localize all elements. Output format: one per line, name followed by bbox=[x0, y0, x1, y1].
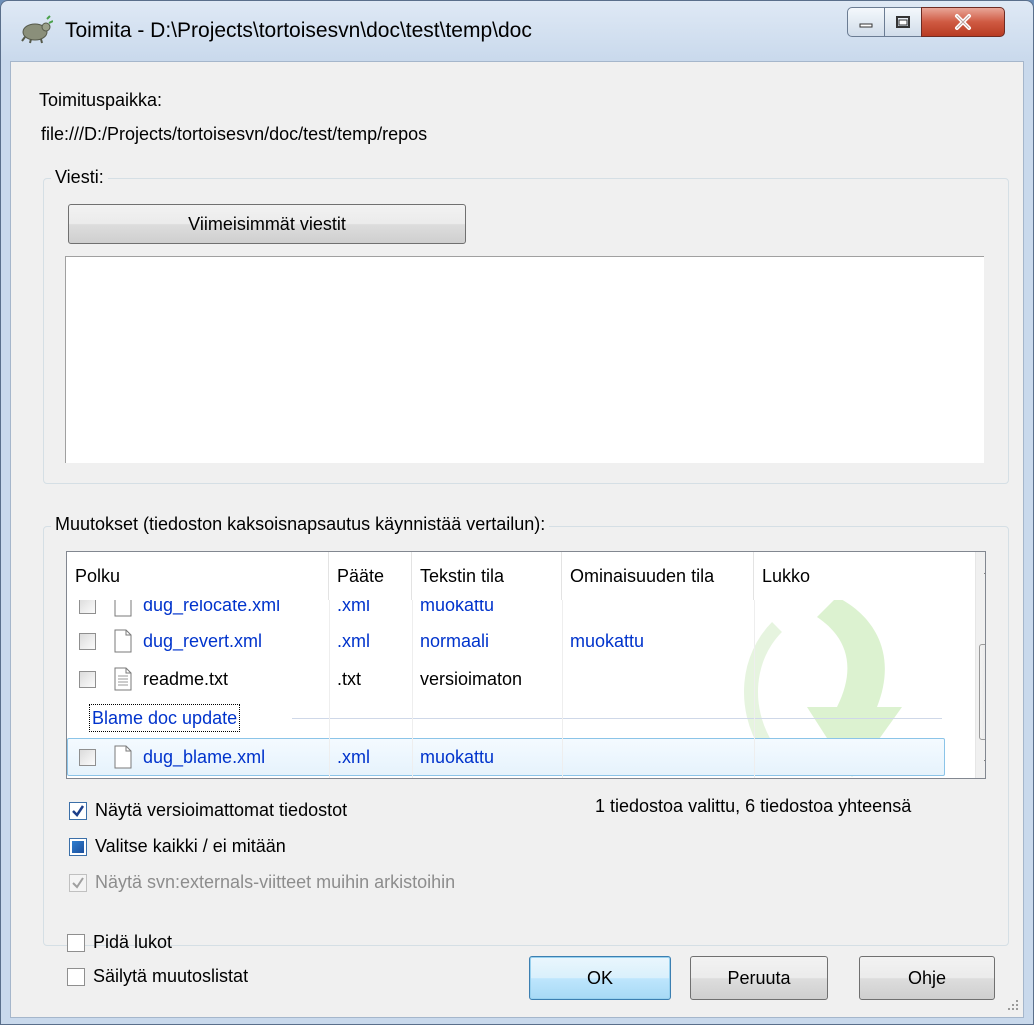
show-externals-checkbox bbox=[69, 874, 87, 892]
checkmark-icon bbox=[72, 805, 85, 817]
show-externals-label: Näytä svn:externals-viitteet muihin arki… bbox=[95, 872, 456, 892]
column-divider bbox=[562, 600, 563, 778]
column-divider bbox=[329, 600, 330, 778]
xml-file-icon bbox=[114, 745, 132, 769]
minimize-icon bbox=[859, 23, 873, 28]
maximize-icon bbox=[896, 16, 910, 28]
help-button-label: Ohje bbox=[907, 967, 947, 988]
row-extension: .txt bbox=[337, 668, 362, 689]
row-path: readme.txt bbox=[143, 668, 229, 689]
text-file-icon bbox=[114, 667, 132, 691]
list-vertical-scrollbar[interactable] bbox=[975, 552, 986, 778]
close-button[interactable] bbox=[921, 7, 1005, 37]
changes-list[interactable]: Polku Pääte Tekstin tila Ominaisuuden ti… bbox=[66, 551, 986, 779]
close-icon bbox=[955, 14, 971, 30]
list-item[interactable]: dug_relocate.xml .xml muokattu bbox=[67, 600, 945, 624]
message-textarea[interactable] bbox=[65, 256, 984, 463]
row-text-status: muokattu bbox=[420, 600, 495, 615]
dialog-client-area: Toimituspaikka: file:///D:/Projects/tort… bbox=[10, 61, 1024, 1018]
xml-file-icon bbox=[114, 629, 132, 653]
row-extension: .xml bbox=[337, 630, 370, 651]
commit-location-label: Toimituspaikka: bbox=[39, 90, 163, 110]
recent-messages-button[interactable]: Viimeisimmät viestit bbox=[68, 204, 466, 244]
resize-grip-icon[interactable] bbox=[1003, 997, 1021, 1015]
row-property-status: muokattu bbox=[570, 630, 645, 651]
row-checkbox[interactable] bbox=[79, 671, 96, 688]
title-bar[interactable]: Toimita - D:\Projects\tortoisesvn\doc\te… bbox=[1, 1, 1033, 61]
row-text-status: versioimaton bbox=[420, 668, 523, 689]
row-text-status: muokattu bbox=[420, 746, 495, 767]
column-header-lock-label: Lukko bbox=[762, 565, 811, 586]
list-body: dug_relocate.xml .xml muokattu dug_rever… bbox=[67, 600, 975, 778]
indeterminate-mark bbox=[72, 841, 84, 853]
ok-button-label: OK bbox=[586, 967, 613, 988]
window-title: Toimita - D:\Projects\tortoisesvn\doc\te… bbox=[65, 19, 532, 42]
row-path: dug_revert.xml bbox=[143, 630, 263, 651]
keep-changelists-checkbox[interactable] bbox=[67, 968, 85, 986]
column-header-lock[interactable]: Lukko bbox=[754, 552, 975, 600]
changelist-header: Blame doc update bbox=[89, 704, 241, 732]
cancel-button-label: Peruuta bbox=[727, 967, 791, 988]
row-path: dug_relocate.xml bbox=[143, 600, 281, 615]
row-path: dug_blame.xml bbox=[143, 746, 266, 767]
column-divider bbox=[412, 600, 413, 778]
row-checkbox[interactable] bbox=[79, 749, 96, 766]
tortoise-app-icon bbox=[21, 15, 53, 44]
help-button[interactable]: Ohje bbox=[859, 956, 995, 1000]
select-all-label: Valitse kaikki / ei mitään bbox=[95, 836, 286, 856]
column-header-path-label: Polku bbox=[75, 565, 121, 586]
row-extension: .xml bbox=[337, 746, 370, 767]
recent-messages-button-label: Viimeisimmät viestit bbox=[188, 213, 346, 234]
show-unversioned-label: Näytä versioimattomat tiedostot bbox=[95, 800, 348, 820]
xml-file-icon bbox=[114, 600, 132, 617]
grip-icon bbox=[983, 685, 986, 697]
list-item[interactable]: dug_blame.xml .xml muokattu bbox=[67, 738, 945, 776]
column-divider bbox=[754, 600, 755, 778]
row-checkbox[interactable] bbox=[79, 600, 96, 614]
maximize-button[interactable] bbox=[884, 7, 922, 37]
changes-group-title: Muutokset (tiedoston kaksoisnapsautus kä… bbox=[51, 514, 550, 535]
list-item[interactable]: dug_revert.xml .xml normaali muokattu bbox=[67, 622, 945, 660]
scroll-thumb[interactable] bbox=[979, 644, 986, 740]
scroll-up-icon[interactable] bbox=[982, 566, 986, 576]
row-text-status: normaali bbox=[420, 630, 490, 651]
cancel-button[interactable]: Peruuta bbox=[690, 956, 828, 1000]
keep-locks-label: Pidä lukot bbox=[93, 932, 173, 952]
column-header-extension-label: Pääte bbox=[337, 565, 385, 586]
commit-location-url: file:///D:/Projects/tortoisesvn/doc/test… bbox=[41, 124, 428, 144]
column-header-text-status[interactable]: Tekstin tila bbox=[412, 552, 562, 600]
column-header-property-status-label: Ominaisuuden tila bbox=[570, 565, 715, 586]
keep-changelists-label: Säilytä muutoslistat bbox=[93, 966, 249, 986]
column-header-text-status-label: Tekstin tila bbox=[420, 565, 505, 586]
list-item[interactable]: readme.txt .txt versioimaton bbox=[67, 660, 945, 698]
changelist-divider bbox=[292, 718, 942, 719]
select-all-checkbox[interactable] bbox=[69, 838, 87, 856]
changelist-group-row[interactable]: Blame doc update bbox=[67, 700, 945, 736]
scroll-down-icon[interactable] bbox=[982, 758, 986, 768]
selection-summary: 1 tiedostoa valittu, 6 tiedostoa yhteens… bbox=[595, 796, 912, 816]
commit-dialog: Toimita - D:\Projects\tortoisesvn\doc\te… bbox=[0, 0, 1034, 1025]
show-unversioned-checkbox[interactable] bbox=[69, 802, 87, 820]
column-header-extension[interactable]: Pääte bbox=[329, 552, 412, 600]
ok-button[interactable]: OK bbox=[529, 956, 671, 1000]
row-checkbox[interactable] bbox=[79, 633, 96, 650]
keep-locks-checkbox[interactable] bbox=[67, 934, 85, 952]
column-header-property-status[interactable]: Ominaisuuden tila bbox=[562, 552, 754, 600]
message-group-title: Viesti: bbox=[51, 167, 108, 188]
column-header-path[interactable]: Polku bbox=[67, 552, 329, 600]
checkmark-icon bbox=[72, 877, 84, 889]
row-extension: .xml bbox=[337, 600, 370, 615]
minimize-button[interactable] bbox=[847, 7, 885, 37]
